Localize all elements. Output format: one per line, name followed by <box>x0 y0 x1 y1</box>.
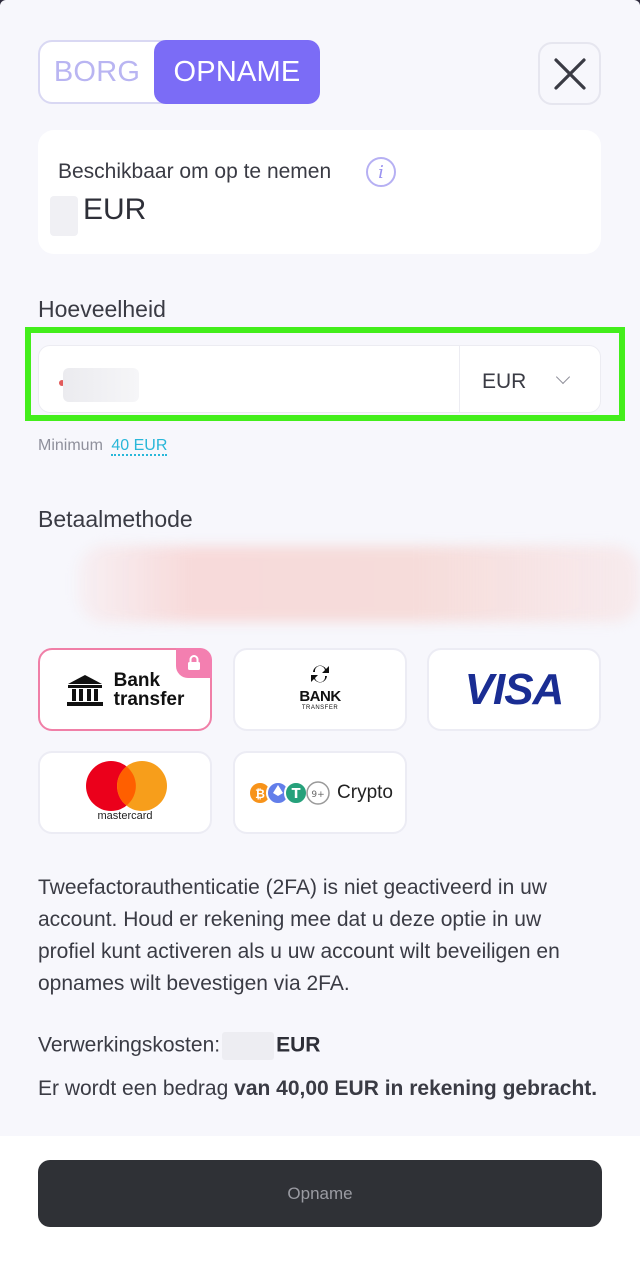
lock-icon <box>188 655 200 670</box>
method-bank-transfer-alt[interactable]: BANK TRANSFER <box>233 648 407 731</box>
chevron-down-icon <box>555 369 571 385</box>
bank-logo-word: BANK <box>299 687 341 705</box>
svg-text:T: T <box>292 787 301 802</box>
close-button[interactable] <box>538 42 601 105</box>
bank-transfer-line2: transfer <box>113 688 185 710</box>
svg-text:9+: 9+ <box>311 790 324 800</box>
amount-value-hidden <box>63 368 139 402</box>
visa-logo: VISA <box>464 664 565 714</box>
currency-select[interactable]: EUR <box>459 346 601 412</box>
balance-value-hidden <box>50 196 78 236</box>
crypto-coins-icon: ₿ T 9+ <box>248 780 330 805</box>
bank-building-icon <box>66 674 103 706</box>
minimum-value[interactable]: 40 EUR <box>111 437 168 456</box>
amount-field: EUR <box>38 345 601 413</box>
bank-transfer-arrows-icon <box>311 665 329 682</box>
charge-notice: Er wordt een bedrag van 40,00 EUR in rek… <box>38 1071 598 1106</box>
minimum-hint: Minimum 40 EUR <box>38 437 168 456</box>
currency-select-value: EUR <box>482 370 527 393</box>
fees-currency: EUR <box>276 1033 321 1057</box>
method-crypto[interactable]: ₿ T 9+ Crypto <box>233 751 407 834</box>
method-visa[interactable]: VISA <box>427 648 601 731</box>
lock-badge <box>176 648 212 678</box>
close-icon <box>553 57 586 90</box>
fees-label: Verwerkingskosten: <box>38 1033 221 1057</box>
method-mastercard[interactable]: mastercard <box>38 751 212 834</box>
mastercard-label: mastercard <box>97 810 153 822</box>
fees-value-hidden <box>222 1032 275 1060</box>
payment-method-label: Betaalmethode <box>38 506 193 532</box>
bank-transfer-logo: BANK TRANSFER <box>290 660 350 720</box>
amount-label: Hoeveelheid <box>38 296 166 322</box>
tab-borg[interactable]: BORG <box>40 42 154 102</box>
mode-toggle: BORG OPNAME <box>38 40 320 104</box>
balance-card: Beschikbaar om op te nemen i EUR <box>38 130 601 254</box>
info-icon[interactable]: i <box>366 157 396 187</box>
charge-prefix: Er wordt een bedrag <box>38 1077 229 1100</box>
twofa-notice: Tweefactorauthenticatie (2FA) is niet ge… <box>38 876 560 995</box>
transfer-logo-word: TRANSFER <box>301 704 339 711</box>
tab-opname[interactable]: OPNAME <box>154 40 320 104</box>
method-bank-transfer[interactable]: Bank transfer <box>38 648 212 731</box>
balance-currency: EUR <box>83 193 147 226</box>
bank-transfer-label: Bank transfer <box>114 671 185 709</box>
svg-text:₿: ₿ <box>255 787 265 801</box>
modal-top-edge <box>0 0 640 6</box>
crypto-label: Crypto <box>337 781 393 803</box>
withdraw-button[interactable]: Opname <box>38 1160 602 1227</box>
mastercard-logo <box>86 761 167 811</box>
blurred-banner <box>78 546 640 622</box>
charge-amount: van 40,00 EUR in rekening gebracht. <box>234 1077 598 1100</box>
processing-fees: Verwerkingskosten: EUR <box>38 1032 320 1060</box>
minimum-label: Minimum <box>38 437 103 454</box>
bank-transfer-line1: Bank <box>113 669 161 691</box>
balance-label: Beschikbaar om op te nemen <box>58 160 332 183</box>
